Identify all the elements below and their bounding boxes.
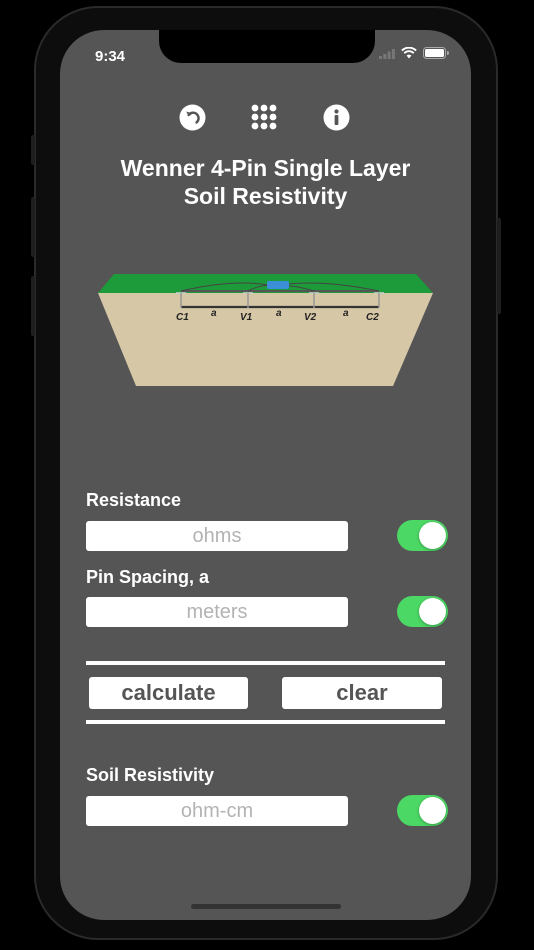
toggle-knob	[419, 522, 446, 549]
info-icon	[323, 104, 349, 130]
wenner-diagram: C1 a V1 a V2 a C2	[98, 274, 433, 386]
soil-resistivity-output[interactable]	[86, 796, 348, 826]
home-indicator	[191, 904, 341, 909]
pin-spacing-input[interactable]	[86, 597, 348, 627]
calculate-button[interactable]: calculate	[89, 677, 248, 709]
label-v1: V1	[240, 312, 253, 323]
toolbar	[60, 103, 471, 131]
label-spacing-1: a	[211, 308, 217, 319]
volume-up-button	[31, 197, 35, 257]
undo-icon	[179, 104, 205, 130]
label-spacing-3: a	[343, 308, 349, 319]
volume-down-button	[31, 276, 35, 336]
pin-spacing-toggle[interactable]	[397, 596, 448, 627]
grid-icon	[251, 104, 277, 130]
menu-grid-button[interactable]	[250, 103, 278, 131]
power-button	[497, 218, 501, 314]
page-title-line-1: Wenner 4-Pin Single Layer	[120, 155, 411, 181]
info-button[interactable]	[322, 103, 350, 131]
toggle-knob	[419, 797, 446, 824]
notch	[159, 30, 375, 63]
clear-button[interactable]: clear	[282, 677, 442, 709]
resistance-label: Resistance	[86, 490, 182, 510]
label-c2: C2	[366, 312, 379, 323]
divider-bottom	[86, 720, 445, 724]
meter-box	[267, 281, 289, 289]
soil-resistivity-label: Soil Resistivity	[86, 765, 215, 785]
soil-resistivity-toggle[interactable]	[397, 795, 448, 826]
label-spacing-2: a	[276, 308, 282, 319]
divider-top	[86, 661, 445, 665]
pin-spacing-label: Pin Spacing, a	[86, 567, 210, 587]
undo-button[interactable]	[178, 103, 206, 131]
silent-switch	[31, 135, 35, 165]
status-icons	[379, 47, 449, 59]
wifi-icon	[401, 47, 417, 59]
resistance-input[interactable]	[86, 521, 348, 551]
toggle-knob	[419, 598, 446, 625]
label-v2: V2	[304, 312, 317, 323]
app-screen: 9:34 Wenner 4-Pin Single Layer Soil Resi…	[60, 30, 471, 920]
page-title-line-2: Soil Resistivity	[183, 183, 348, 209]
label-c1: C1	[176, 312, 189, 323]
battery-icon	[423, 47, 449, 59]
status-time: 9:34	[95, 48, 126, 65]
cellular-signal-icon	[379, 48, 395, 59]
resistance-toggle[interactable]	[397, 520, 448, 551]
